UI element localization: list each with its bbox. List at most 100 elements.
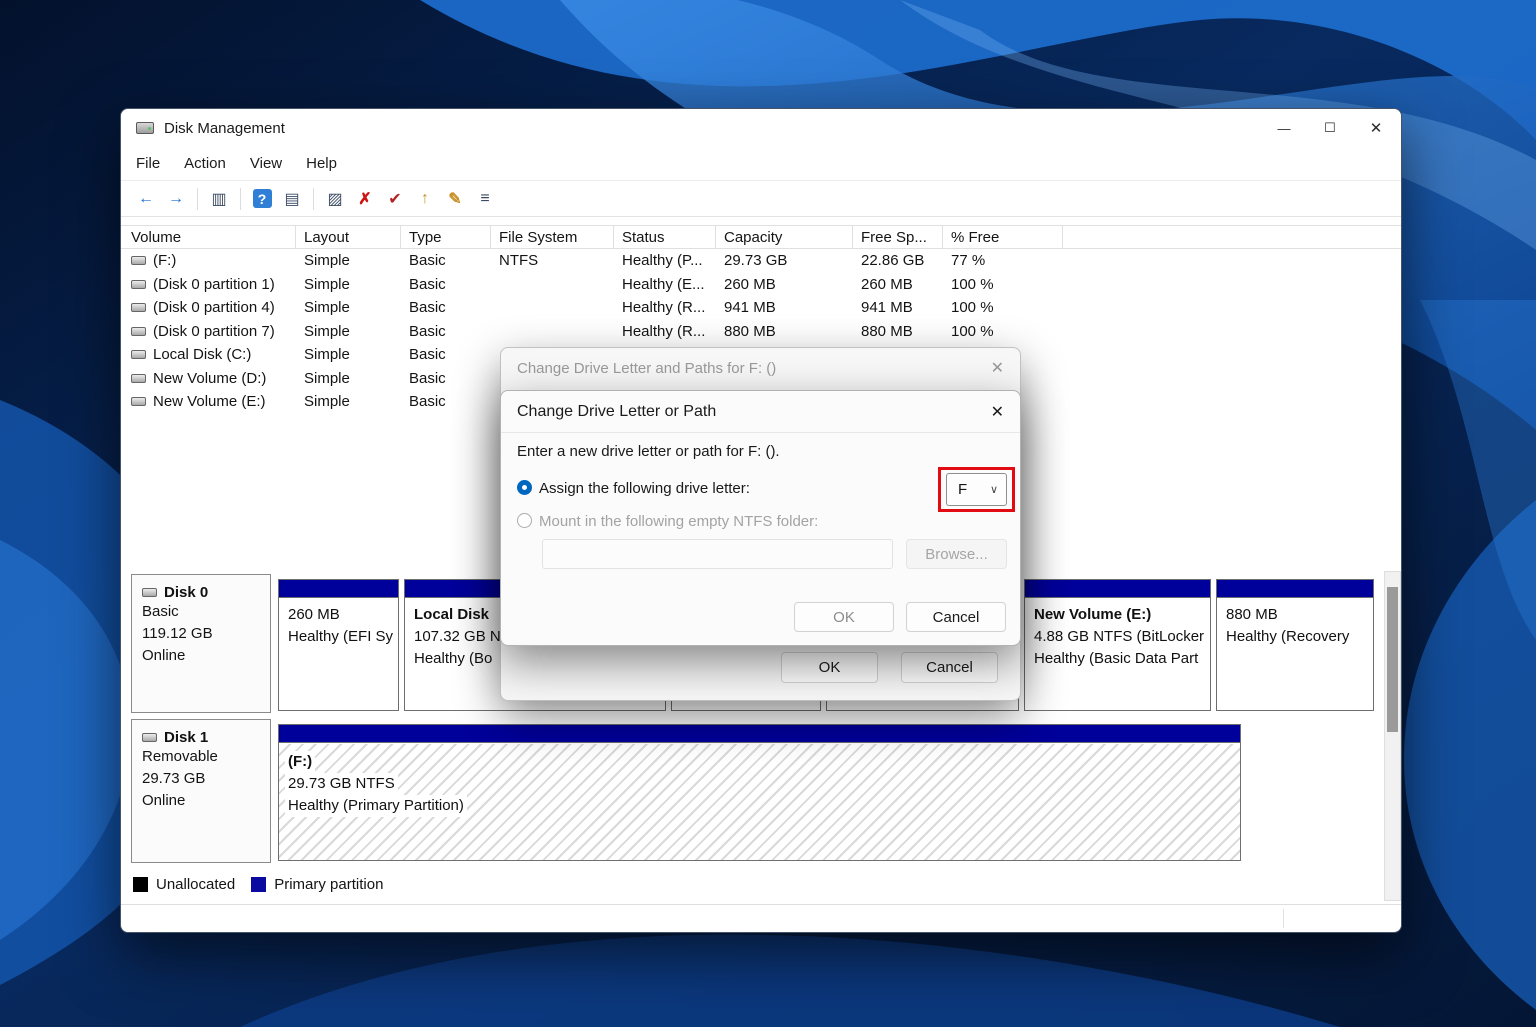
partition-size: 29.73 GB NTFS [285,773,398,795]
table-row[interactable]: (Disk 0 partition 7) Simple Basic Health… [121,320,1401,344]
console-tree-icon[interactable]: ▥ [204,185,234,212]
free-cell: 22.86 GB [853,252,943,269]
vertical-scrollbar[interactable] [1384,571,1401,901]
volume-name: (F:) [153,252,176,269]
legend-unallocated: Unallocated [133,876,235,893]
table-row[interactable]: (Disk 0 partition 4) Simple Basic Health… [121,296,1401,320]
menu-help[interactable]: Help [306,155,337,172]
layout-cell: Simple [296,299,401,316]
partition-efi[interactable]: 260 MB Healthy (EFI Sy [278,579,399,711]
table-row[interactable]: (Disk 0 partition 1) Simple Basic Health… [121,273,1401,297]
legend: Unallocated Primary partition [133,874,383,894]
ok-button[interactable]: OK [781,652,878,683]
export-list-icon[interactable]: ▤ [277,185,307,212]
toolbar-separator [240,188,241,210]
assign-drive-letter-label[interactable]: Assign the following drive letter: [539,480,750,497]
statusbar-divider [1283,909,1284,928]
disk-icon [142,733,157,742]
action-icon[interactable]: ▨ [320,185,350,212]
status-bar [121,904,1401,932]
menubar: File Action View Help [121,147,1401,181]
toolbar-separator [313,188,314,210]
move-up-icon[interactable]: ↑ [410,185,440,212]
details-view-icon[interactable]: ≡ [470,185,500,212]
column-header-capacity[interactable]: Capacity [716,226,853,248]
column-header-type[interactable]: Type [401,226,491,248]
cancel-button[interactable]: Cancel [906,602,1006,632]
partition-size: 260 MB [288,604,389,626]
primary-partition-swatch [251,877,266,892]
minimize-button[interactable]: — [1261,109,1307,147]
partition-recovery[interactable]: 880 MB Healthy (Recovery [1216,579,1374,711]
volume-name: (Disk 0 partition 7) [153,323,275,340]
scrollbar-thumb[interactable] [1387,587,1398,732]
window-title: Disk Management [164,120,285,137]
partition-new-volume-e[interactable]: New Volume (E:) 4.88 GB NTFS (BitLocker … [1024,579,1211,711]
disk1-info-panel[interactable]: Disk 1 Removable 29.73 GB Online [131,719,271,863]
dialog-titlebar: Change Drive Letter or Path ✕ [501,391,1020,433]
capacity-cell: 941 MB [716,299,853,316]
browse-button[interactable]: Browse... [906,539,1007,569]
drive-letter-value: F [958,481,967,498]
column-header-free-space[interactable]: Free Sp... [853,226,943,248]
pct-cell: 100 % [943,299,1063,316]
column-header-pct-free[interactable]: % Free [943,226,1063,248]
disk-kind: Removable [142,746,260,768]
assign-drive-letter-radio[interactable] [517,480,532,495]
ok-button[interactable]: OK [794,602,894,632]
type-cell: Basic [401,299,491,316]
menu-file[interactable]: File [136,155,160,172]
volume-name: New Volume (D:) [153,370,266,387]
disk-name: Disk 1 [164,729,208,746]
table-row[interactable]: (F:) Simple Basic NTFS Healthy (P... 29.… [121,249,1401,273]
mount-folder-radio[interactable] [517,513,532,528]
legend-label: Primary partition [274,876,383,893]
drive-icon [131,256,146,265]
close-icon[interactable]: ✕ [991,358,1004,378]
mount-folder-label: Mount in the following empty NTFS folder… [539,513,818,530]
partition-size: 880 MB [1226,604,1364,626]
status-cell: Healthy (R... [614,323,716,340]
maximize-button[interactable]: ☐ [1307,109,1353,147]
layout-cell: Simple [296,252,401,269]
column-header-volume[interactable]: Volume [121,226,296,248]
help-icon[interactable]: ? [247,185,277,212]
cancel-button[interactable]: Cancel [901,652,998,683]
toolbar: ← → ▥ ? ▤ ▨ ✗ ✔ ↑ ✎ ≡ [121,181,1401,217]
dialog-title: Change Drive Letter and Paths for F: () [517,360,776,377]
browse-folder-icon[interactable]: ✎ [440,185,470,212]
column-header-status[interactable]: Status [614,226,716,248]
drive-icon [131,303,146,312]
partition-color-bar [1025,580,1210,598]
pct-cell: 77 % [943,252,1063,269]
layout-cell: Simple [296,346,401,363]
drive-icon [131,327,146,336]
titlebar: Disk Management — ☐ ✕ [121,109,1401,147]
back-icon[interactable]: ← [131,185,161,212]
partition-status: Healthy (Recovery [1226,626,1364,648]
disk0-info-panel[interactable]: Disk 0 Basic 119.12 GB Online [131,574,271,713]
partition-color-bar [1217,580,1373,598]
mount-path-input[interactable] [542,539,893,569]
unallocated-swatch [133,877,148,892]
disk-size: 29.73 GB [142,768,260,790]
close-icon[interactable]: ✕ [991,402,1004,422]
delete-volume-icon[interactable]: ✗ [350,185,380,212]
menu-action[interactable]: Action [184,155,226,172]
free-cell: 260 MB [853,276,943,293]
capacity-cell: 29.73 GB [716,252,853,269]
type-cell: Basic [401,346,491,363]
partition-status: Healthy (Primary Partition) [285,795,467,817]
column-header-file-system[interactable]: File System [491,226,614,248]
forward-icon[interactable]: → [161,185,191,212]
column-header-layout[interactable]: Layout [296,226,401,248]
disk-size: 119.12 GB [142,623,260,645]
close-button[interactable]: ✕ [1353,109,1399,147]
menu-view[interactable]: View [250,155,282,172]
desktop: Disk Management — ☐ ✕ File Action View H… [0,0,1536,1027]
partition-color-bar [279,580,398,598]
capacity-cell: 260 MB [716,276,853,293]
partition-f-drive[interactable]: (F:) 29.73 GB NTFS Healthy (Primary Part… [278,724,1241,861]
drive-letter-dropdown[interactable]: F ∨ [946,473,1007,506]
mark-partition-icon[interactable]: ✔ [380,185,410,212]
